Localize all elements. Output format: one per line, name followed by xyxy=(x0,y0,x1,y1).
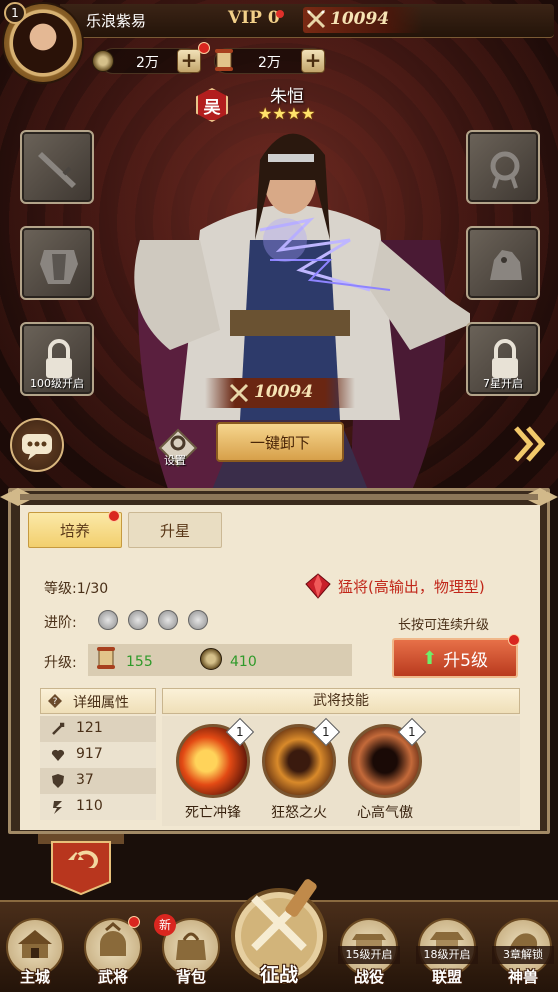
hero-star-rating: ★★★★ xyxy=(258,104,316,123)
advance-stage-icon xyxy=(98,610,118,630)
attributes-header-label: 详细属性 xyxy=(73,695,129,711)
scroll-amount: 2万 xyxy=(258,55,281,71)
upgrade-notification-dot xyxy=(508,634,520,646)
add-scrolls-button[interactable]: + xyxy=(301,49,325,73)
attr-row-attack: 121 xyxy=(40,716,156,742)
attr-row-hp: 917 xyxy=(40,742,156,768)
attr-defense-value: 37 xyxy=(76,772,94,788)
player-power-value: 10094 xyxy=(330,9,390,29)
attributes-header[interactable]: ? 详细属性 xyxy=(40,688,156,714)
unequip-all-button[interactable]: 一键卸下 xyxy=(216,422,344,462)
speed-icon xyxy=(53,801,62,814)
nav-campaign-label: 战役 xyxy=(353,968,384,986)
attr-hp-value: 917 xyxy=(76,746,103,762)
vip-notification-dot xyxy=(276,10,284,18)
hero-power-value: 10094 xyxy=(254,382,314,402)
advance-stage-icon xyxy=(158,610,178,630)
weapon-slot[interactable] xyxy=(20,130,94,204)
armor-slot[interactable] xyxy=(20,226,94,300)
nav-battle-label: 征战 xyxy=(259,964,298,986)
chat-button[interactable] xyxy=(10,418,64,472)
attr-row-defense: 37 xyxy=(40,768,156,794)
vip-level[interactable]: VIP 0 xyxy=(228,8,280,28)
bracelet-icon xyxy=(490,151,520,189)
chat-bubble-icon xyxy=(22,434,52,460)
back-button[interactable] xyxy=(38,834,124,896)
ruby-gem-icon xyxy=(305,573,331,599)
panel-top-trim xyxy=(0,488,558,506)
nav-divine-beast-label: 神兽 xyxy=(507,968,538,986)
new-badge: 新 xyxy=(154,914,176,936)
locked-slot-left[interactable]: 100级开启 xyxy=(20,322,94,396)
mount-slot[interactable] xyxy=(466,226,540,300)
locked-slot-right-label: 7星开启 xyxy=(483,377,523,390)
settings-label: 设置 xyxy=(164,454,186,467)
hero-type: 猛将(高输出，物理型) xyxy=(338,578,485,596)
crossed-swords-icon xyxy=(306,9,326,29)
skill-name: 死亡冲锋 xyxy=(185,805,241,821)
nav-alliance-label: 联盟 xyxy=(431,968,462,986)
next-hero-arrow-icon[interactable] xyxy=(512,424,546,464)
info-diamond-icon: ? xyxy=(48,694,62,708)
attr-row-speed: 110 xyxy=(40,794,156,820)
copper-coin-icon xyxy=(200,648,222,670)
attr-attack-value: 121 xyxy=(76,720,103,736)
player-name: 乐浪紫易 xyxy=(86,12,147,30)
skill-name: 狂怒之火 xyxy=(271,805,327,821)
skill-name: 心高气傲 xyxy=(357,805,413,821)
nav-generals-notification-dot xyxy=(128,916,140,928)
hero-level: 等级:1/30 xyxy=(44,581,109,597)
nav-main-city-label: 主城 xyxy=(19,968,50,986)
advance-stage-icon xyxy=(128,610,148,630)
upgrade-button-label: 升5级 xyxy=(443,650,488,671)
locked-slot-left-label: 100级开启 xyxy=(30,377,84,390)
tab-star-up[interactable]: 升星 xyxy=(128,512,222,548)
armor-icon xyxy=(40,250,78,284)
scroll-icon xyxy=(215,49,233,71)
scroll-icon xyxy=(97,647,115,669)
upgrade-coin-cost: 410 xyxy=(230,654,257,670)
copper-coin-icon xyxy=(92,50,114,72)
blade-icon xyxy=(38,152,76,188)
upgrade-5-levels-button[interactable]: ⬆ 升5级 xyxy=(392,638,518,678)
advance-stage-icon xyxy=(188,610,208,630)
nav-backpack-label: 背包 xyxy=(175,968,206,986)
advance-label: 进阶: xyxy=(44,615,77,631)
heart-icon xyxy=(51,749,65,761)
svg-text:?: ? xyxy=(53,697,58,707)
nav-alliance-lock: 18级开启 xyxy=(416,946,478,964)
nav-divine-beast-lock: 3章解锁 xyxy=(492,946,554,964)
upgrade-scroll-cost: 155 xyxy=(126,654,153,670)
sword-icon xyxy=(52,722,65,735)
locked-slot-right[interactable]: 7星开启 xyxy=(466,322,540,396)
nav-campaign-lock: 15级开启 xyxy=(338,946,400,964)
upgrade-label: 升级: xyxy=(44,655,77,671)
skills-header: 武将技能 xyxy=(162,688,520,714)
tab-cultivate-notification-dot xyxy=(108,510,120,522)
avatar-face xyxy=(13,13,73,73)
nav-generals-label: 武将 xyxy=(97,968,128,986)
coins-notification-dot xyxy=(198,42,210,54)
player-level-badge: 1 xyxy=(4,2,26,24)
coin-amount: 2万 xyxy=(136,55,159,71)
hold-hint: 长按可连续升级 xyxy=(398,618,490,633)
up-arrow-icon: ⬆ xyxy=(422,647,438,669)
beast-icon xyxy=(490,250,522,280)
add-coins-button[interactable]: + xyxy=(177,49,201,73)
attr-speed-value: 110 xyxy=(76,798,103,814)
shield-icon xyxy=(52,774,64,788)
accessory-slot[interactable] xyxy=(466,130,540,204)
crossed-swords-icon xyxy=(229,383,249,403)
